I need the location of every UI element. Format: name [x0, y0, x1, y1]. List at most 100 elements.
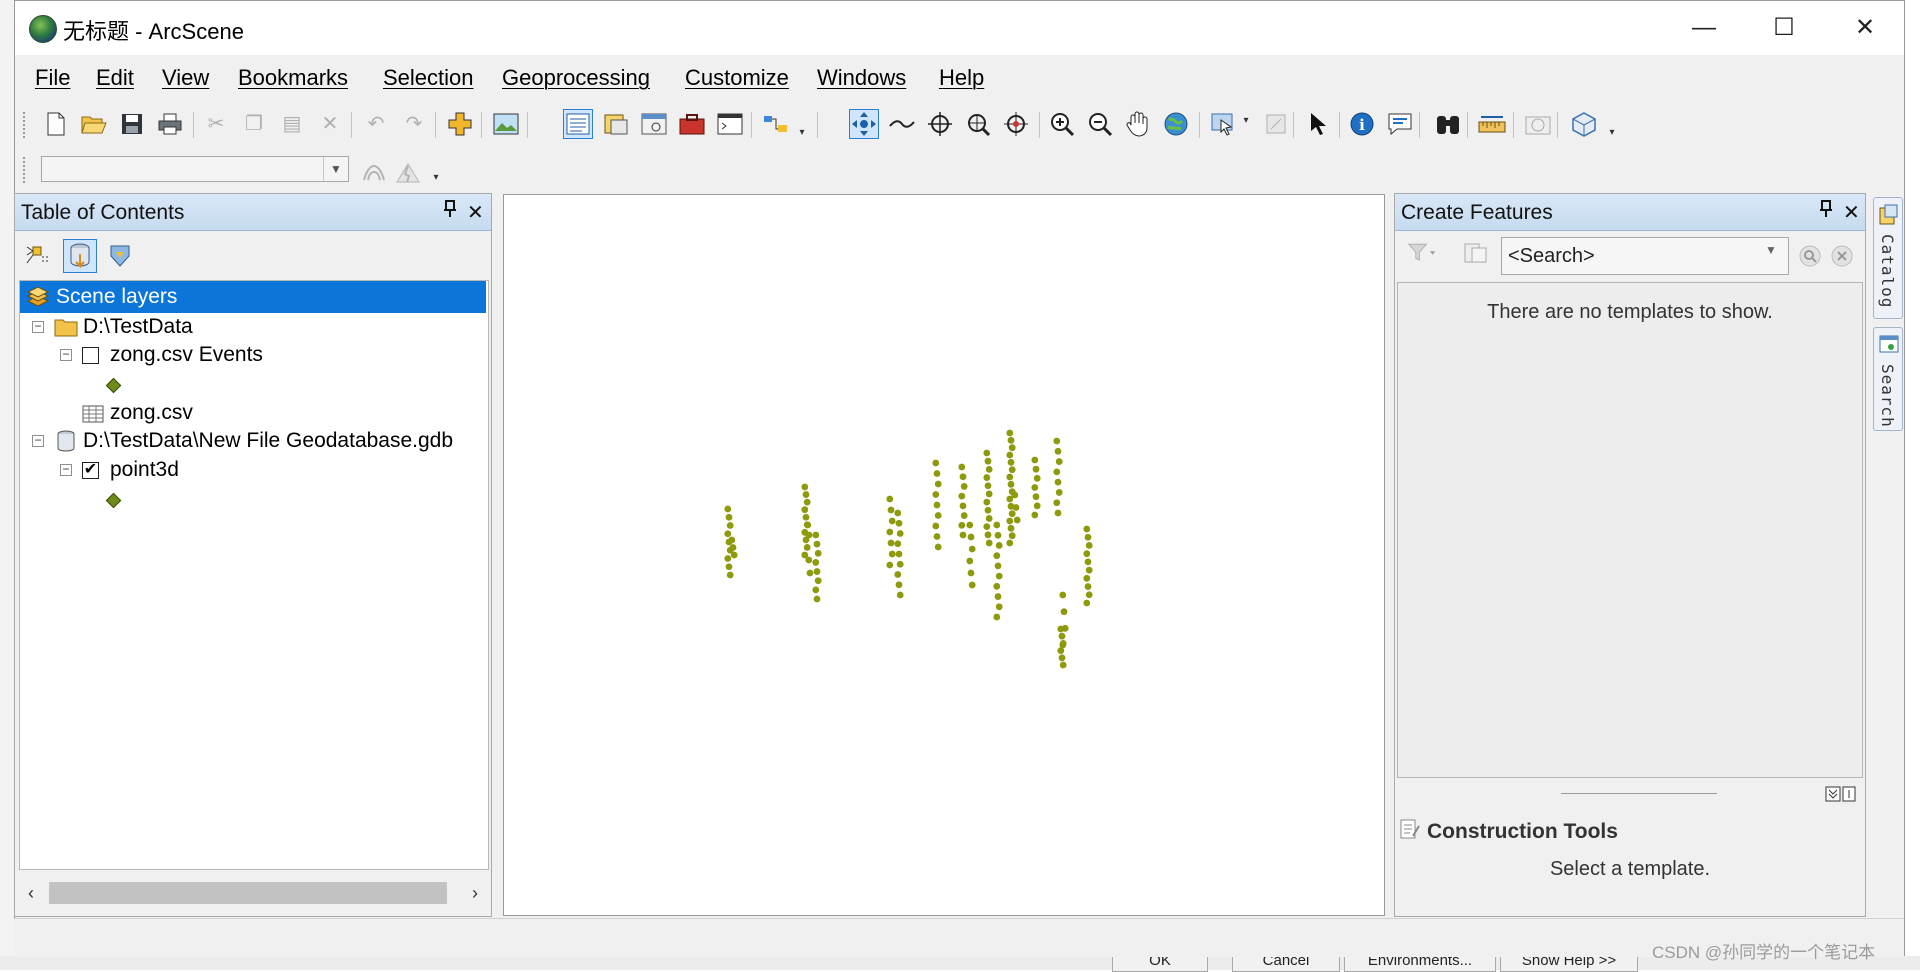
toolbar-overflow-icon[interactable]: ▾ [795, 118, 809, 144]
scene-point [1058, 632, 1066, 640]
set-observer-icon[interactable] [1001, 109, 1031, 139]
layer-visibility-checkbox[interactable] [82, 347, 99, 364]
measure-icon[interactable] [1477, 109, 1507, 139]
toolbar-grip[interactable] [23, 112, 27, 138]
tree-item-geodatabase[interactable]: − D:\TestData\New File Geodatabase.gdb [20, 425, 488, 457]
undo-icon[interactable]: ↶ [361, 109, 391, 139]
menu-bookmarks[interactable]: Bookmarks [238, 65, 348, 91]
zoom-in-icon[interactable] [1047, 109, 1077, 139]
add-data-icon[interactable] [445, 109, 475, 139]
paste-icon[interactable]: ▤ [277, 109, 307, 139]
clear-search-icon[interactable] [1827, 241, 1857, 271]
toc-horizontal-scrollbar[interactable]: ‹ › [19, 878, 489, 908]
collapse-icon[interactable]: − [60, 463, 72, 476]
scene-canvas[interactable] [504, 195, 1384, 915]
layer-combo-box[interactable]: ▼ [41, 156, 349, 182]
scene-view[interactable] [503, 194, 1385, 916]
select-dropdown-icon[interactable]: ▾ [1239, 106, 1253, 132]
search-icon[interactable] [1795, 241, 1825, 271]
tree-item-point3d[interactable]: − ✔ point3d [20, 454, 488, 486]
menu-edit[interactable]: Edit [96, 65, 134, 91]
arccatalog-icon[interactable] [601, 109, 631, 139]
close-icon[interactable]: ✕ [467, 200, 484, 225]
panel-options[interactable] [1825, 786, 1857, 804]
select-features-icon[interactable] [1209, 109, 1239, 139]
catalog-dock-tab[interactable]: Catalog [1873, 197, 1903, 319]
collapse-icon[interactable]: − [60, 348, 72, 361]
find-icon[interactable] [1433, 109, 1463, 139]
delete-icon[interactable]: ✕ [315, 109, 345, 139]
toolbar-grip[interactable] [23, 157, 27, 183]
close-button[interactable]: ✕ [1846, 11, 1884, 45]
html-popup-icon[interactable] [1385, 109, 1415, 139]
list-by-source-icon[interactable] [63, 239, 97, 273]
steepest-path-icon[interactable] [393, 157, 423, 187]
minimize-button[interactable]: — [1685, 11, 1723, 45]
pin-icon[interactable] [1819, 200, 1833, 223]
search-dock-tab[interactable]: Search [1873, 327, 1903, 431]
search-window-icon[interactable] [639, 109, 669, 139]
full-extent-icon[interactable] [1161, 109, 1191, 139]
select-elements-icon[interactable] [1303, 109, 1333, 139]
chevron-down-icon[interactable]: ▼ [323, 157, 348, 181]
layer-visibility-checkbox[interactable]: ✔ [82, 462, 99, 479]
open-folder-icon[interactable] [79, 109, 109, 139]
zoom-out-icon[interactable] [1085, 109, 1115, 139]
menu-windows[interactable]: Windows [817, 65, 906, 91]
print-icon[interactable] [155, 109, 185, 139]
arctoolbox-icon[interactable] [677, 109, 707, 139]
list-by-visibility-icon[interactable] [105, 241, 135, 271]
contour-icon[interactable] [359, 157, 389, 187]
list-by-drawing-order-icon[interactable] [23, 241, 53, 271]
python-window-icon[interactable] [715, 109, 745, 139]
model-builder-icon[interactable] [761, 109, 791, 139]
maximize-button[interactable]: ☐ [1765, 11, 1803, 45]
tree-item-scene-layers[interactable]: Scene layers [20, 281, 486, 313]
menu-selection[interactable]: Selection [383, 65, 474, 91]
collapse-options-icon[interactable] [1825, 786, 1857, 804]
pan-icon[interactable] [1123, 109, 1153, 139]
menu-file[interactable]: File [35, 65, 70, 91]
chevron-down-icon[interactable]: ▼ [1765, 243, 1777, 257]
collapse-icon[interactable]: − [32, 434, 44, 447]
scene-point [984, 506, 992, 514]
tree-item-zong-events[interactable]: − zong.csv Events [20, 339, 488, 371]
menu-help[interactable]: Help [939, 65, 984, 91]
fly-icon[interactable] [887, 109, 917, 139]
scene-point [984, 457, 992, 465]
scene-point [985, 539, 993, 547]
panel-splitter[interactable] [1561, 793, 1717, 794]
clear-selection-icon[interactable] [1261, 109, 1291, 139]
scene-point [966, 557, 974, 565]
scrollbar-thumb[interactable] [49, 882, 447, 904]
identify-icon[interactable]: i [1347, 109, 1377, 139]
scene-point [960, 512, 968, 519]
collapse-icon[interactable]: − [32, 320, 44, 333]
menu-view[interactable]: View [162, 65, 209, 91]
organize-templates-icon[interactable] [1461, 238, 1491, 268]
toolbar-overflow-icon[interactable]: ▾ [429, 163, 443, 189]
3d-effects-icon[interactable] [1569, 109, 1599, 139]
close-icon[interactable]: ✕ [1843, 200, 1860, 225]
cut-icon[interactable]: ✂ [201, 109, 231, 139]
redo-icon[interactable]: ↷ [399, 109, 429, 139]
scene-point [1083, 550, 1091, 558]
toolbar-overflow-icon[interactable]: ▾ [1605, 118, 1619, 144]
target-center-icon[interactable] [925, 109, 955, 139]
menu-geoprocessing[interactable]: Geoprocessing [502, 65, 650, 91]
save-icon[interactable] [117, 109, 147, 139]
animation-icon[interactable] [1523, 109, 1553, 139]
zoom-to-target-icon[interactable] [963, 109, 993, 139]
copy-icon[interactable]: ❐ [239, 109, 269, 139]
navigate-icon[interactable] [849, 109, 879, 139]
template-search-input[interactable]: <Search> [1501, 237, 1789, 275]
new-document-icon[interactable] [41, 109, 71, 139]
pin-icon[interactable] [443, 200, 457, 223]
menu-customize[interactable]: Customize [685, 65, 789, 91]
scroll-left-icon[interactable]: ‹ [21, 882, 41, 904]
templates-list[interactable]: There are no templates to show. [1397, 282, 1863, 778]
filter-templates-icon[interactable] [1407, 238, 1437, 268]
scene-properties-icon[interactable] [491, 109, 521, 139]
table-of-contents-icon[interactable] [563, 109, 593, 139]
scroll-right-icon[interactable]: › [465, 882, 485, 904]
